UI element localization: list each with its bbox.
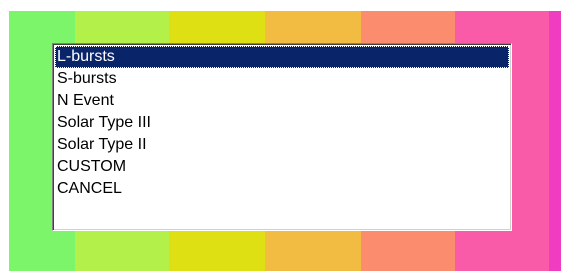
list-item-s-bursts[interactable]: S-bursts xyxy=(55,68,509,90)
list-item-cancel[interactable]: CANCEL xyxy=(55,178,509,200)
list-item-n-event[interactable]: N Event xyxy=(55,90,509,112)
window-frame: L-bursts S-bursts N Event Solar Type III… xyxy=(0,0,561,279)
color-band-7 xyxy=(549,11,561,271)
event-type-listbox[interactable]: L-bursts S-bursts N Event Solar Type III… xyxy=(52,43,512,231)
list-item-custom[interactable]: CUSTOM xyxy=(55,156,509,178)
list-item-solar-type-ii[interactable]: Solar Type II xyxy=(55,134,509,156)
list-item-solar-type-iii[interactable]: Solar Type III xyxy=(55,112,509,134)
list-item-l-bursts[interactable]: L-bursts xyxy=(55,46,509,68)
event-type-list: L-bursts S-bursts N Event Solar Type III… xyxy=(55,46,509,200)
